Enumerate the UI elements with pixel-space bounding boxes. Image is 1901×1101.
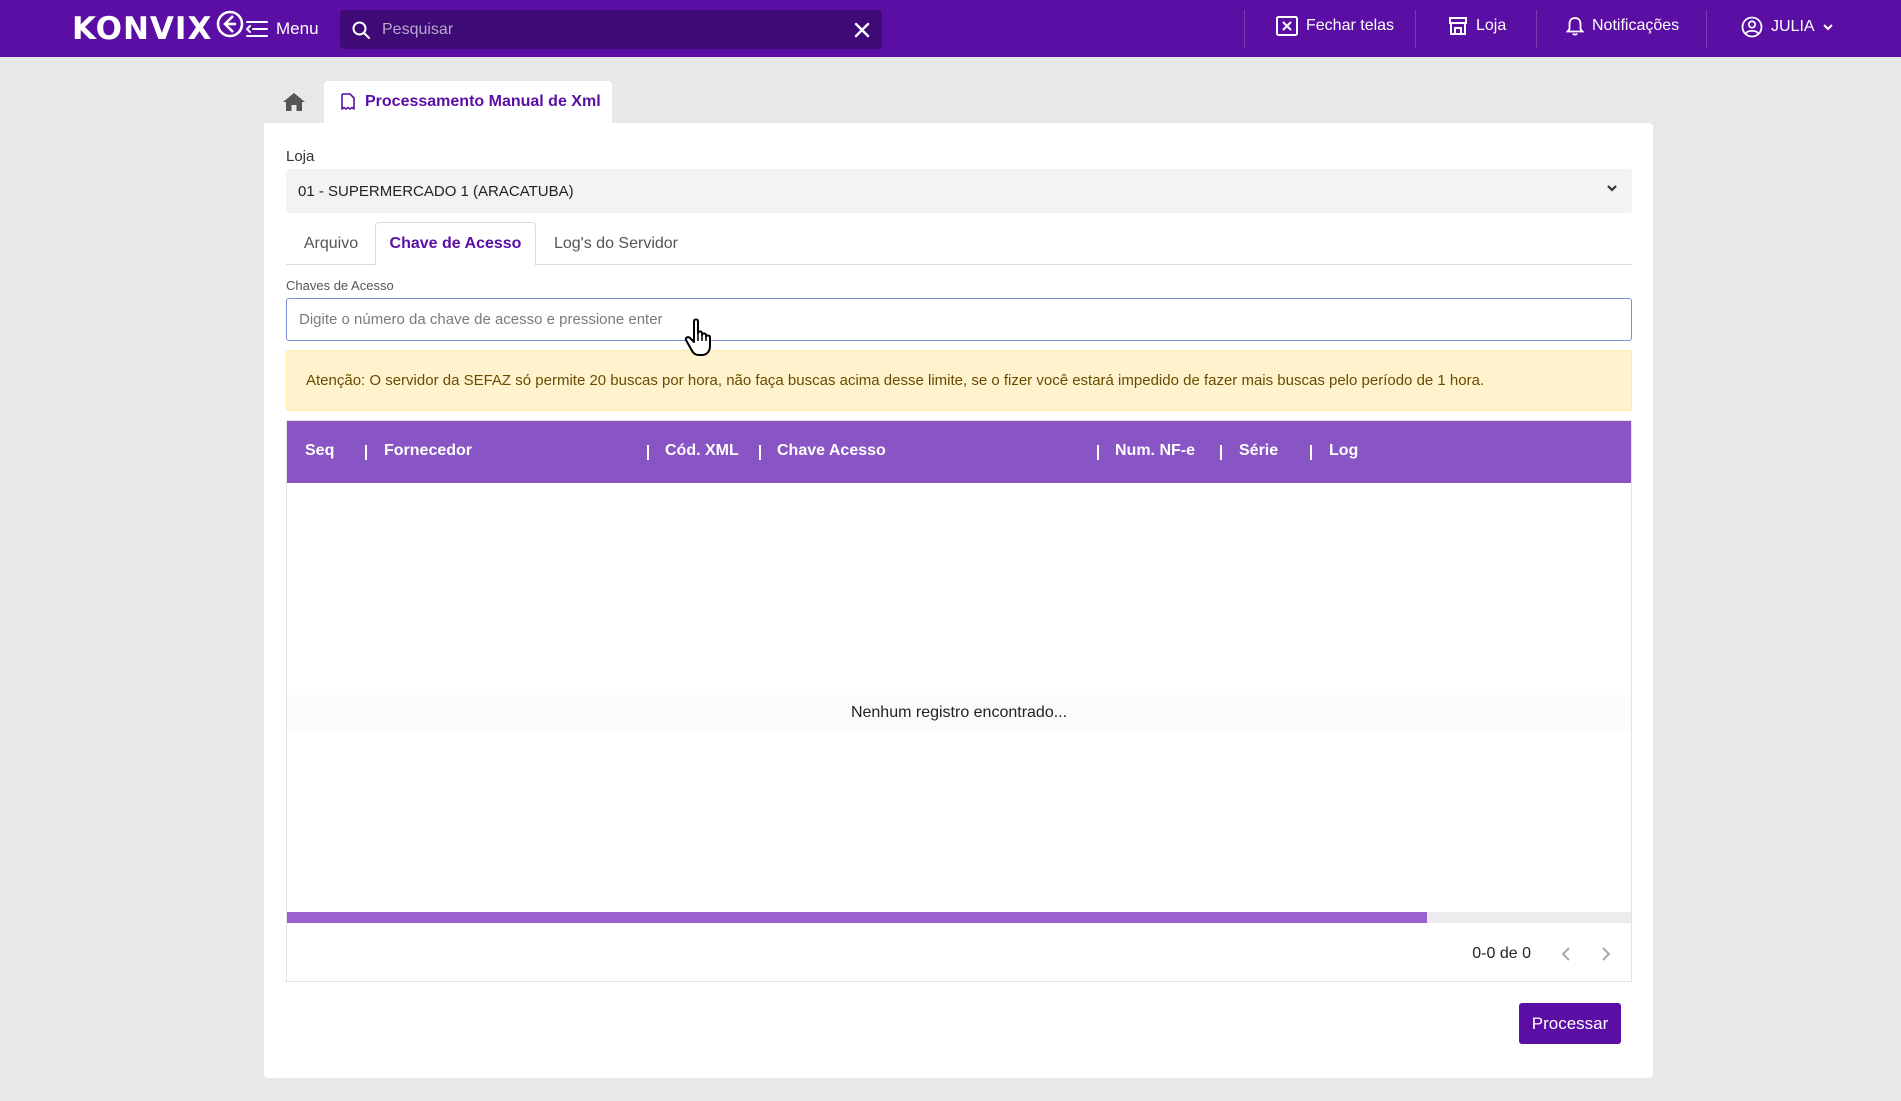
chevron-down-icon (1607, 185, 1617, 192)
store-icon (1449, 17, 1467, 35)
menu-icon (246, 21, 268, 37)
grid-header: Seq Fornecedor Cód. XML Chave Acesso Num… (287, 421, 1631, 483)
chevron-down-icon (1822, 24, 1833, 31)
tab-label: Arquivo (303, 234, 359, 252)
tab-label: Log's do Servidor (553, 234, 678, 252)
column-label: Log (1329, 442, 1359, 459)
tab-manual-xml-processing[interactable]: Processamento Manual de Xml (324, 81, 612, 123)
column-resize-handle[interactable] (759, 445, 761, 460)
column-label: Fornecedor (384, 442, 473, 459)
user-menu[interactable]: JULIA (1741, 16, 1833, 38)
column-header-series[interactable]: Série (1239, 442, 1278, 460)
konvix-logo[interactable]: KONVIX (72, 10, 244, 47)
search-input[interactable] (382, 20, 842, 39)
page-range-text: 0-0 de 0 (1472, 945, 1531, 962)
hand-cursor-icon (684, 318, 711, 356)
logo-mark-icon (217, 10, 244, 38)
menu-label: Menu (276, 19, 319, 38)
clear-search-icon[interactable] (854, 22, 870, 38)
close-screens-button[interactable]: Fechar telas (1276, 16, 1394, 36)
close-window-icon (1276, 16, 1298, 36)
column-header-supplier[interactable]: Fornecedor (384, 442, 472, 460)
logo-text: KONVIX (72, 11, 213, 47)
top-bar: KONVIX Menu Fechar telas (0, 0, 1901, 57)
access-keys-label: Chaves de Acesso (286, 278, 394, 293)
store-button[interactable]: Loja (1448, 16, 1506, 36)
store-select[interactable]: 01 - SUPERMERCADO 1 (ARACATUBA) (286, 169, 1632, 213)
column-header-nfe-number[interactable]: Num. NF-e (1115, 442, 1195, 460)
document-icon (341, 93, 355, 110)
notifications-button[interactable]: Notificações (1566, 16, 1679, 36)
process-button[interactable]: Processar (1519, 1003, 1621, 1044)
tab-label: Chave de Acesso (389, 235, 522, 252)
form-tabs: Arquivo Chave de Acesso Log's do Servido… (286, 222, 1632, 266)
access-key-input[interactable] (286, 298, 1632, 341)
column-header-log[interactable]: Log (1329, 442, 1358, 460)
column-label: Série (1239, 442, 1279, 459)
chevron-left-icon (1561, 947, 1570, 961)
chevron-right-icon (1602, 947, 1611, 961)
search-bar (340, 10, 882, 49)
column-resize-handle[interactable] (1310, 445, 1312, 460)
column-resize-handle[interactable] (647, 445, 649, 460)
column-label: Num. NF-e (1115, 442, 1195, 459)
page-tab-label: Processamento Manual de Xml (365, 93, 601, 110)
next-page-button[interactable] (1601, 946, 1611, 962)
alert-text: Atenção: O servidor da SEFAZ só permite … (306, 372, 1485, 389)
notifications-label: Notificações (1592, 17, 1680, 34)
home-tab[interactable] (266, 81, 322, 123)
divider (1706, 10, 1707, 48)
scrollbar-thumb[interactable] (287, 912, 1427, 923)
bell-icon (1566, 17, 1584, 36)
store-label: Loja (1476, 17, 1507, 34)
sefaz-warning-alert: Atenção: O servidor da SEFAZ só permite … (286, 350, 1632, 411)
column-resize-handle[interactable] (1220, 445, 1222, 460)
column-header-seq[interactable]: Seq (305, 442, 334, 460)
search-icon (352, 21, 370, 39)
empty-message: Nenhum registro encontrado... (287, 695, 1631, 731)
previous-page-button[interactable] (1561, 946, 1571, 962)
divider (1415, 10, 1416, 48)
divider (1244, 10, 1245, 48)
column-label: Cód. XML (665, 442, 739, 459)
horizontal-scrollbar[interactable] (287, 912, 1631, 923)
menu-button[interactable]: Menu (246, 14, 319, 44)
user-icon (1741, 16, 1763, 38)
column-resize-handle[interactable] (365, 445, 367, 460)
store-select-value: 01 - SUPERMERCADO 1 (ARACATUBA) (298, 182, 574, 200)
pagination: 0-0 de 0 (1472, 939, 1611, 969)
column-resize-handle[interactable] (1097, 445, 1099, 460)
tab-file[interactable]: Arquivo (286, 222, 376, 265)
tab-server-logs[interactable]: Log's do Servidor (536, 222, 696, 265)
divider (1536, 10, 1537, 48)
column-header-access-key[interactable]: Chave Acesso (777, 442, 886, 460)
home-icon (283, 93, 305, 111)
store-field-label: Loja (286, 148, 315, 165)
column-header-xml-code[interactable]: Cód. XML (665, 442, 739, 460)
column-label: Seq (305, 442, 335, 459)
tab-access-key[interactable]: Chave de Acesso (375, 222, 536, 266)
close-screens-label: Fechar telas (1306, 17, 1395, 34)
column-label: Chave Acesso (777, 442, 886, 459)
empty-text: Nenhum registro encontrado... (850, 704, 1068, 721)
user-label: JULIA (1771, 18, 1815, 35)
xml-grid: Seq Fornecedor Cód. XML Chave Acesso Num… (286, 420, 1632, 982)
